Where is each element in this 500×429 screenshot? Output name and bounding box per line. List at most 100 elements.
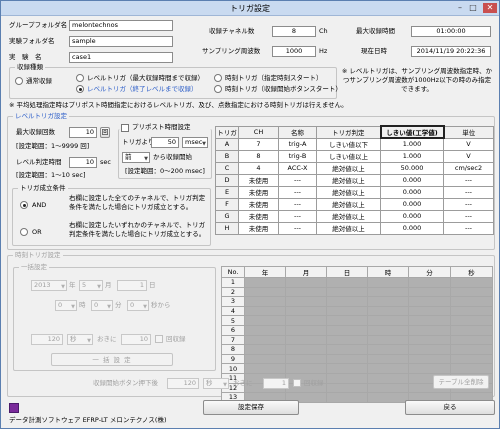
- time-cell[interactable]: [326, 382, 368, 394]
- trigger-cell-judge[interactable]: 絶対値以上: [316, 173, 381, 187]
- time-cell[interactable]: [408, 286, 451, 298]
- time-cell[interactable]: [408, 296, 451, 307]
- radio-time-spec[interactable]: [214, 74, 222, 82]
- time-cell[interactable]: [450, 324, 493, 336]
- time-cell[interactable]: [450, 296, 493, 307]
- trigger-cell-ch[interactable]: 未使用: [238, 197, 279, 211]
- second-select[interactable]: 0 ▼: [127, 300, 149, 311]
- time-cell[interactable]: [367, 382, 409, 394]
- radio-or[interactable]: [20, 228, 28, 236]
- trigger-cell-ch[interactable]: 8: [238, 149, 279, 163]
- time-cell[interactable]: [326, 277, 368, 288]
- time-cell[interactable]: [408, 344, 451, 355]
- trigger-cell-unit[interactable]: V: [443, 137, 494, 151]
- time-cell[interactable]: [367, 277, 409, 288]
- time-cell[interactable]: [450, 305, 493, 317]
- maximize-icon[interactable]: □: [468, 3, 478, 13]
- trigger-cell-unit[interactable]: V: [443, 149, 494, 163]
- time-cell[interactable]: [326, 363, 368, 374]
- trigger-cell-unit[interactable]: ---: [443, 221, 494, 235]
- trigger-cell-threshold[interactable]: 0.000: [380, 209, 444, 223]
- time-cell[interactable]: [244, 277, 286, 288]
- time-cell[interactable]: [326, 286, 368, 298]
- time-cell[interactable]: [450, 363, 493, 374]
- trigger-cell-ch[interactable]: 未使用: [238, 173, 279, 187]
- time-cell[interactable]: [408, 305, 451, 317]
- trigger-cell-threshold[interactable]: 50.000: [380, 161, 444, 175]
- time-cell[interactable]: [285, 353, 327, 365]
- trigger-cell-ch[interactable]: 未使用: [238, 185, 279, 199]
- radio-normal[interactable]: [15, 77, 23, 85]
- time-cell[interactable]: [244, 305, 286, 317]
- time-cell[interactable]: [367, 286, 409, 298]
- trigger-cell-judge[interactable]: 絶対値以上: [316, 197, 381, 211]
- trigger-cell-threshold[interactable]: 0.000: [380, 185, 444, 199]
- time-cell[interactable]: [367, 324, 409, 336]
- trigger-cell-judge[interactable]: しきい値以上: [316, 149, 381, 163]
- time-cell[interactable]: [285, 305, 327, 317]
- trigger-cell-name[interactable]: trig-A: [278, 137, 317, 151]
- trigger-cell-judge[interactable]: 絶対値以上: [316, 185, 381, 199]
- month-select[interactable]: 5 ▼: [79, 280, 103, 291]
- trigger-cell-name[interactable]: ACC-X: [278, 161, 317, 175]
- year-select[interactable]: 2013 ▼: [31, 280, 67, 291]
- btn-count-field[interactable]: 1: [263, 378, 289, 389]
- minimize-icon[interactable]: –: [455, 3, 465, 13]
- time-cell[interactable]: [367, 372, 409, 384]
- time-cell[interactable]: [326, 315, 368, 326]
- trigger-cell-threshold[interactable]: 1.000: [380, 149, 444, 163]
- back-button[interactable]: 戻る: [405, 400, 495, 415]
- time-cell[interactable]: [408, 277, 451, 288]
- trigger-cell-judge[interactable]: 絶対値以上: [316, 161, 381, 175]
- radio-level-max[interactable]: [76, 74, 84, 82]
- trigger-cell-ch[interactable]: 7: [238, 137, 279, 151]
- time-cell[interactable]: [408, 315, 451, 326]
- time-cell[interactable]: [244, 363, 286, 374]
- time-cell[interactable]: [285, 334, 327, 346]
- interval-unit-select[interactable]: 秒 ▼: [67, 334, 93, 345]
- time-cell[interactable]: [408, 363, 451, 374]
- time-cell[interactable]: [450, 315, 493, 326]
- time-cell[interactable]: [326, 353, 368, 365]
- time-cell[interactable]: [450, 277, 493, 288]
- time-cell[interactable]: [326, 334, 368, 346]
- time-cell[interactable]: [285, 296, 327, 307]
- time-cell[interactable]: [367, 334, 409, 346]
- day-field[interactable]: 1: [117, 280, 147, 291]
- time-cell[interactable]: [367, 363, 409, 374]
- radio-and[interactable]: [20, 201, 28, 209]
- minute-select[interactable]: 0 ▼: [91, 300, 113, 311]
- time-cell[interactable]: [244, 324, 286, 336]
- trigger-cell-ch[interactable]: 未使用: [238, 221, 279, 235]
- time-cell[interactable]: [408, 334, 451, 346]
- trigger-cell-ch[interactable]: 未使用: [238, 209, 279, 223]
- interval-field[interactable]: 120: [31, 334, 63, 345]
- trigger-cell-threshold[interactable]: 0.000: [380, 173, 444, 187]
- trigger-cell-threshold[interactable]: 0.000: [380, 197, 444, 211]
- close-icon[interactable]: ✕: [483, 3, 497, 13]
- trigger-cell-name[interactable]: ---: [278, 209, 317, 223]
- time-cell[interactable]: [326, 392, 368, 403]
- trigger-cell-judge[interactable]: 絶対値以上: [316, 209, 381, 223]
- trigger-cell-ch[interactable]: 4: [238, 161, 279, 175]
- before-select[interactable]: 前 ▼: [122, 152, 150, 163]
- time-cell[interactable]: [450, 353, 493, 365]
- max-count-field[interactable]: 10: [69, 127, 97, 138]
- trig-unit-select[interactable]: msec ▼: [182, 137, 208, 148]
- time-cell[interactable]: [244, 315, 286, 326]
- trigger-cell-name[interactable]: ---: [278, 221, 317, 235]
- time-cell[interactable]: [244, 286, 286, 298]
- time-cell[interactable]: [326, 296, 368, 307]
- time-cell[interactable]: [367, 315, 409, 326]
- time-cell[interactable]: [244, 296, 286, 307]
- max-count-button[interactable]: 回: [100, 127, 110, 138]
- trig-from-field[interactable]: 50: [151, 137, 179, 148]
- time-cell[interactable]: [244, 344, 286, 355]
- time-cell[interactable]: [408, 324, 451, 336]
- save-settings-button[interactable]: 設定保存: [203, 400, 299, 415]
- time-cell[interactable]: [285, 363, 327, 374]
- count-field[interactable]: 10: [121, 334, 151, 345]
- trigger-cell-judge[interactable]: 絶対値以上: [316, 221, 381, 235]
- time-cell[interactable]: [367, 392, 409, 403]
- time-cell[interactable]: [244, 353, 286, 365]
